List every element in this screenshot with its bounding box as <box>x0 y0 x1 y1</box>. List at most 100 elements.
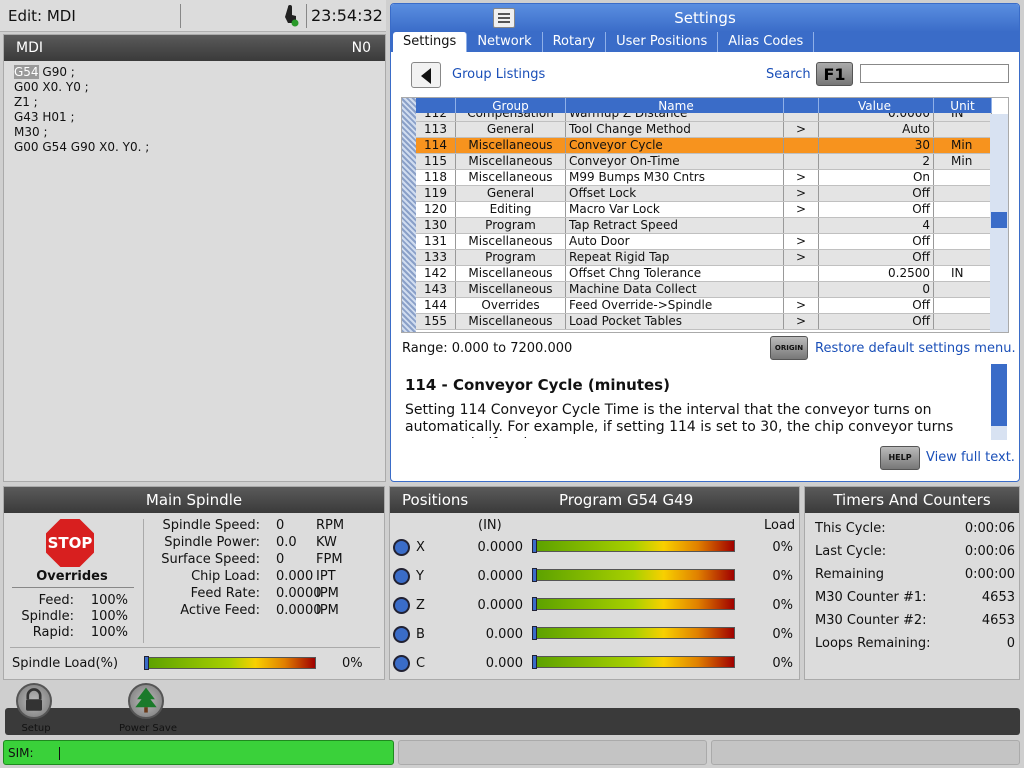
back-arrow-button[interactable] <box>411 62 441 88</box>
table-row[interactable]: 115 Miscellaneous Conveyor On-Time 2 Min <box>416 154 992 170</box>
load-marker <box>532 597 537 611</box>
table-row[interactable]: 131 Miscellaneous Auto Door > Off <box>416 234 992 250</box>
timer-row: Loops Remaining: 0 <box>815 636 1015 651</box>
table-scrollbar[interactable] <box>990 114 1008 332</box>
col-number <box>416 98 456 114</box>
table-row[interactable]: 155 Miscellaneous Load Pocket Tables > Off <box>416 314 992 330</box>
axis-row-z: Z 0.0000 0% <box>390 595 800 615</box>
menu-icon[interactable] <box>493 8 515 28</box>
tab-rotary[interactable]: Rotary <box>543 32 607 52</box>
setting-number: 130 <box>416 218 456 233</box>
table-row[interactable]: 130 Program Tap Retract Speed 4 <box>416 218 992 234</box>
positions-panel: Positions Program G54 G49 (IN) Load X 0.0… <box>389 486 800 680</box>
tab-user-positions[interactable]: User Positions <box>606 32 719 52</box>
stat-label: Active Feed: <box>180 603 260 618</box>
restore-defaults-link[interactable]: Restore default settings menu. <box>815 341 1016 356</box>
search-input[interactable] <box>860 64 1009 83</box>
table-drag-handle[interactable] <box>402 98 416 332</box>
mdi-code-editor[interactable]: G54 G90 ; G00 X0. Y0 ; Z1 ; G43 H01 ; M3… <box>4 61 385 159</box>
axis-label: C <box>416 656 426 671</box>
stat-unit: IPM <box>316 603 339 618</box>
table-row[interactable]: 113 General Tool Change Method > Auto <box>416 122 992 138</box>
col-group[interactable]: Group <box>456 98 566 114</box>
setting-value: 30 <box>819 138 934 153</box>
axis-load: 0% <box>772 627 793 642</box>
axis-load: 0% <box>772 598 793 613</box>
tab-alias-codes[interactable]: Alias Codes <box>718 32 815 52</box>
description-text: Setting 114 Conveyor Cycle Time is the i… <box>405 402 954 438</box>
stat-label: Spindle Speed: <box>162 518 260 533</box>
axis-load: 0% <box>772 569 793 584</box>
col-value[interactable]: Value <box>819 98 934 114</box>
col-unit[interactable]: Unit <box>934 98 992 114</box>
axis-load-bar <box>532 626 735 640</box>
timers-header: Timers And Counters <box>805 487 1019 513</box>
stat-unit: IPT <box>316 569 336 584</box>
setting-value: Off <box>819 250 934 265</box>
home-icon[interactable] <box>393 539 410 556</box>
home-icon[interactable] <box>393 568 410 585</box>
setting-name: Machine Data Collect <box>566 282 784 297</box>
axis-label: X <box>416 540 425 555</box>
home-icon[interactable] <box>393 655 410 672</box>
spindle-stats: Spindle Speed: 0 RPM Spindle Power: 0.0 KW S… <box>152 517 356 619</box>
timer-row: Last Cycle: 0:00:06 <box>815 544 1015 559</box>
cursor-highlight: G54 <box>14 65 39 79</box>
sim-status-bar: SIM: <box>3 740 394 765</box>
setting-arrow <box>784 218 819 233</box>
setting-number: 114 <box>416 138 456 153</box>
table-row[interactable]: 118 Miscellaneous M99 Bumps M30 Cntrs > On <box>416 170 992 186</box>
table-row[interactable]: 119 General Offset Lock > Off <box>416 186 992 202</box>
setting-group: Compensation <box>456 113 566 121</box>
load-marker <box>532 655 537 669</box>
table-row[interactable]: 133 Program Repeat Rigid Tap > Off <box>416 250 992 266</box>
view-full-text-link[interactable]: View full text. <box>926 450 1015 465</box>
description-title: 114 - Conveyor Cycle (minutes) <box>405 376 670 394</box>
timer-value: 0:00:00 <box>964 567 1015 582</box>
col-name[interactable]: Name <box>566 98 784 114</box>
stat-value: 0 <box>276 552 285 567</box>
status-field-3 <box>711 740 1020 765</box>
f1-key-button[interactable]: F1 <box>816 62 853 86</box>
scroll-thumb[interactable] <box>991 212 1007 228</box>
origin-button[interactable]: ORIGIN <box>770 336 808 360</box>
setting-unit <box>934 234 992 249</box>
setting-group: Miscellaneous <box>456 170 566 185</box>
divider <box>180 4 181 28</box>
setting-value: 2 <box>819 154 934 169</box>
setting-name: Feed Override->Spindle <box>566 298 784 313</box>
setting-number: 118 <box>416 170 456 185</box>
setting-unit <box>934 282 992 297</box>
table-row-partial[interactable]: 112 Compensation Warmup Z Distance 0.0000 IN <box>416 113 992 122</box>
main-spindle-panel: Main Spindle STOP Overrides Feed: 100% Sp… <box>3 486 385 680</box>
range-text: Range: 0.000 to 7200.000 <box>402 341 573 356</box>
group-listings-link[interactable]: Group Listings <box>452 67 545 82</box>
table-row[interactable]: 143 Miscellaneous Machine Data Collect 0 <box>416 282 992 298</box>
axis-position: 0.000 <box>485 656 523 671</box>
setting-value: Off <box>819 186 934 201</box>
settings-panel: Settings Settings Network Rotary User Po… <box>390 3 1020 482</box>
mdi-panel[interactable]: MDI N0 G54 G90 ; G00 X0. Y0 ; Z1 ; G43 H… <box>3 34 386 482</box>
settings-header: Settings <box>391 4 1019 32</box>
setting-group: Overrides <box>456 298 566 313</box>
setting-number: 133 <box>416 250 456 265</box>
tree-icon[interactable] <box>128 683 164 719</box>
lock-icon[interactable] <box>16 683 52 719</box>
scroll-thumb[interactable] <box>991 364 1007 426</box>
table-row[interactable]: 144 Overrides Feed Override->Spindle > Off <box>416 298 992 314</box>
setting-arrow <box>784 138 819 153</box>
touch-icon[interactable] <box>282 5 300 27</box>
divider <box>10 647 380 648</box>
setting-unit: IN <box>934 266 992 281</box>
table-row[interactable]: 142 Miscellaneous Offset Chng Tolerance 0.2… <box>416 266 992 282</box>
setting-arrow <box>784 154 819 169</box>
home-icon[interactable] <box>393 626 410 643</box>
description-scrollbar[interactable] <box>991 364 1007 440</box>
tab-network[interactable]: Network <box>467 32 543 52</box>
table-row[interactable]: 114 Miscellaneous Conveyor Cycle 30 Min <box>416 138 992 154</box>
tab-settings[interactable]: Settings <box>393 32 468 52</box>
stat-unit: FPM <box>316 552 343 567</box>
table-row[interactable]: 120 Editing Macro Var Lock > Off <box>416 202 992 218</box>
help-button[interactable]: HELP <box>880 446 920 470</box>
home-icon[interactable] <box>393 597 410 614</box>
